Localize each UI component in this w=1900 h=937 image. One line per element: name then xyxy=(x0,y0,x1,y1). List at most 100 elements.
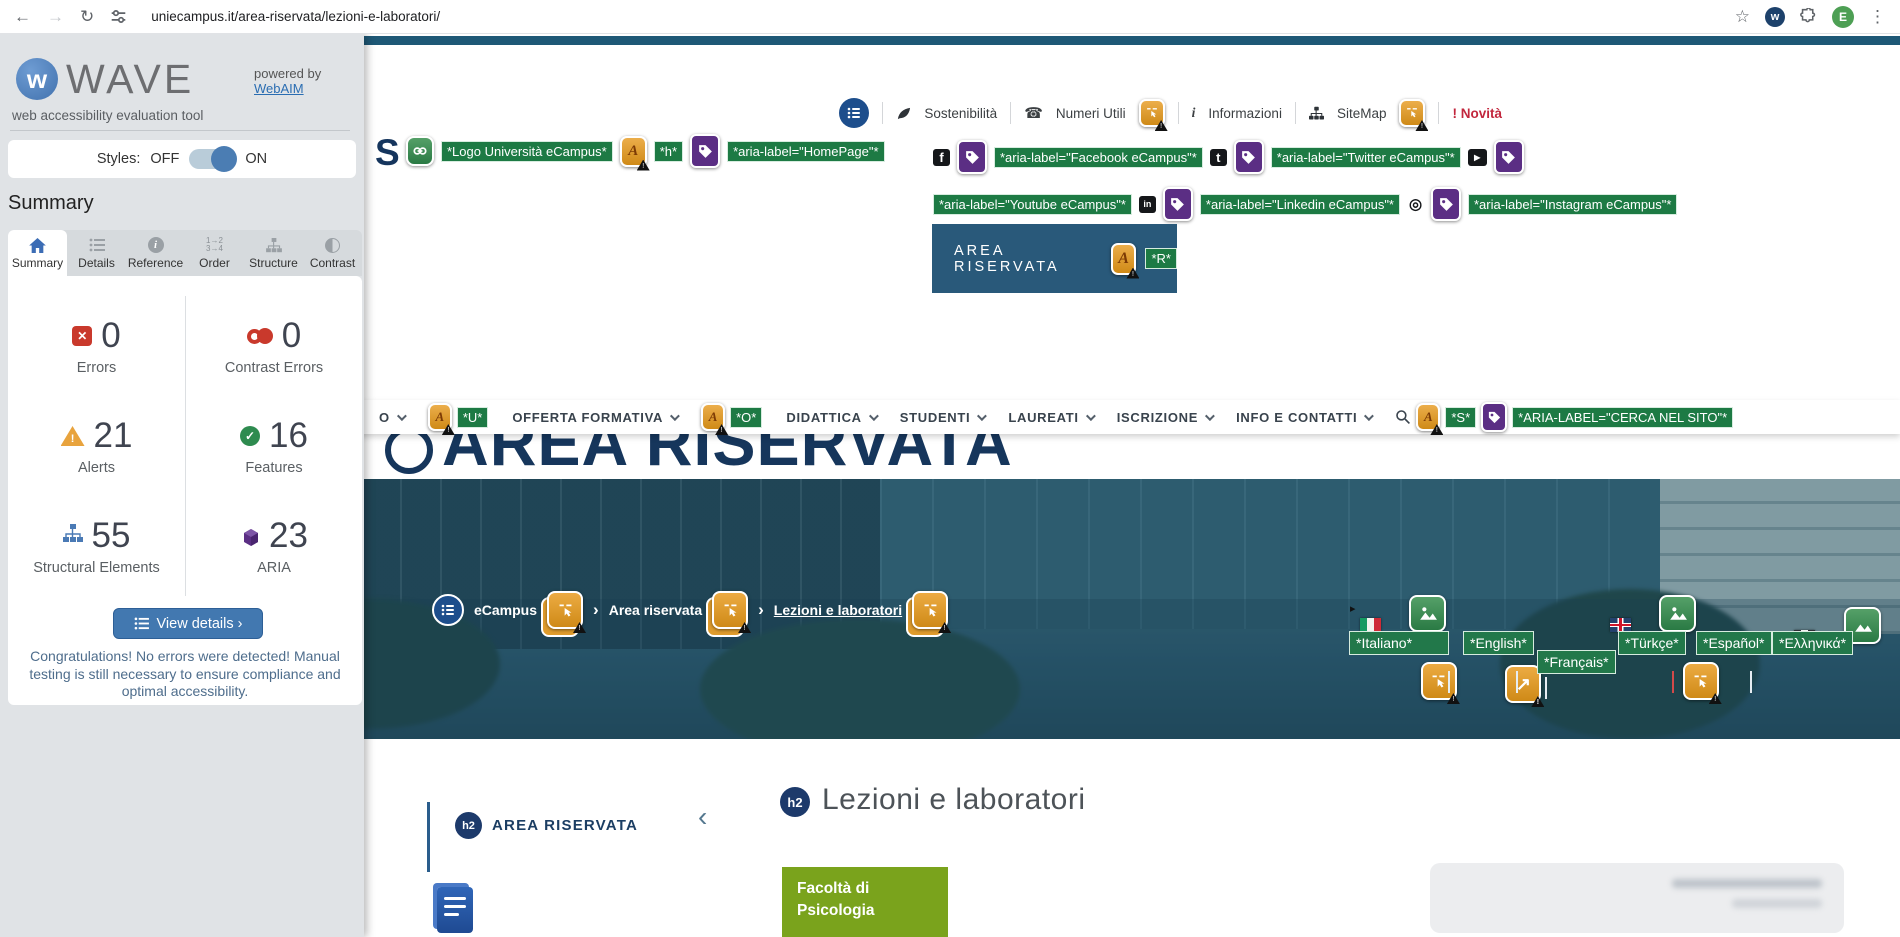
tab-reference[interactable]: i Reference xyxy=(126,230,185,276)
breadcrumb-item-current[interactable]: Lezioni e laboratori xyxy=(774,602,902,618)
wave-label-turkce[interactable]: *Türkçe* xyxy=(1618,631,1686,655)
tab-order[interactable]: 1→23→4 Order xyxy=(185,230,244,276)
wave-label-ellinika[interactable]: *Ελληνικά* xyxy=(1772,631,1853,655)
wave-label-instagram[interactable]: *aria-label="Instagram eCampus"* xyxy=(1468,194,1677,215)
wave-label-accesskey-u[interactable]: *U* xyxy=(457,407,489,428)
stat-alerts[interactable]: !21 Alerts xyxy=(8,396,185,496)
wave-label-accesskey-s[interactable]: *S* xyxy=(1445,407,1476,428)
accessibility-menu-icon[interactable] xyxy=(839,98,869,128)
stat-structural-elements[interactable]: 55 Structural Elements xyxy=(8,496,185,596)
wave-aria-tag-icon[interactable] xyxy=(1234,140,1264,174)
sidebar-card-title[interactable]: AREA RISERVATA xyxy=(492,817,638,834)
wave-heading-badge[interactable]: h2 xyxy=(780,787,810,817)
wave-aria-tag-icon[interactable] xyxy=(690,134,720,168)
tab-contrast[interactable]: Contrast xyxy=(303,230,362,276)
wave-label-english[interactable]: *English* xyxy=(1463,631,1534,655)
webaim-link[interactable]: WebAIM xyxy=(254,81,304,96)
twitter-icon[interactable]: t xyxy=(1210,149,1227,166)
tab-details[interactable]: Details xyxy=(67,230,126,276)
utility-link-novita[interactable]: ! Novità xyxy=(1452,106,1502,121)
styles-toggle[interactable] xyxy=(189,149,235,169)
wave-label-logo[interactable]: *Logo Università eCampus* xyxy=(441,141,613,162)
wave-image-icon[interactable] xyxy=(1409,595,1446,632)
profile-avatar[interactable]: E xyxy=(1832,6,1854,28)
stat-features[interactable]: ✓16 Features xyxy=(185,396,362,496)
wave-redundant-link-alert-icon[interactable]: ! xyxy=(712,591,748,629)
flag-uk-icon[interactable] xyxy=(1610,618,1631,632)
toggle-knob[interactable] xyxy=(211,146,237,172)
search-icon[interactable] xyxy=(1395,409,1411,425)
breadcrumb-item-ecampus[interactable]: eCampus xyxy=(474,602,537,618)
wave-aria-tag-icon[interactable] xyxy=(1431,187,1461,221)
wave-alert-icon[interactable]: ! xyxy=(1399,99,1425,127)
site-logo-fragment[interactable]: S xyxy=(375,132,400,174)
breadcrumb-menu-icon[interactable] xyxy=(432,594,464,626)
wave-accesskey-alert-icon[interactable]: A ! xyxy=(1111,243,1137,275)
utility-link-numeri-utili[interactable]: Numeri Utili xyxy=(1056,106,1126,121)
wave-heading-badge[interactable]: h2 xyxy=(455,812,482,839)
wave-label-search-aria[interactable]: *ARIA-LABEL="CERCA NEL SITO"* xyxy=(1512,407,1733,428)
collapse-chevron-icon[interactable]: ‹ xyxy=(698,801,707,833)
wave-redundant-link-alert-icon[interactable]: ! xyxy=(547,591,583,629)
tab-structure[interactable]: Structure xyxy=(244,230,303,276)
flag-italy-icon[interactable] xyxy=(1360,618,1381,632)
address-bar[interactable]: uniecampus.it/area-riservata/lezioni-e-l… xyxy=(151,9,440,24)
stat-contrast-errors[interactable]: 0 Contrast Errors xyxy=(185,296,362,396)
instagram-icon[interactable]: ◎ xyxy=(1407,196,1424,213)
stat-aria[interactable]: 23 ARIA xyxy=(185,496,362,596)
facebook-icon[interactable]: f xyxy=(933,149,950,166)
utility-link-sostenibilita[interactable]: Sostenibilità xyxy=(924,106,997,121)
kebab-menu-icon[interactable]: ⋮ xyxy=(1869,8,1886,25)
breadcrumb-item-area-riservata[interactable]: Area riservata xyxy=(609,602,702,618)
wave-label-facebook[interactable]: *aria-label="Facebook eCampus"* xyxy=(994,147,1203,168)
nav-item-laureati[interactable]: LAUREATI xyxy=(1008,410,1092,425)
wave-label-linkedin[interactable]: *aria-label="Linkedin eCampus"* xyxy=(1200,194,1400,215)
wave-label-heading[interactable]: *h* xyxy=(654,141,683,162)
tab-summary[interactable]: Summary xyxy=(8,230,67,276)
utility-link-sitemap[interactable]: SiteMap xyxy=(1337,106,1387,121)
nav-item-iscrizione[interactable]: ISCRIZIONE xyxy=(1117,410,1212,425)
forward-icon[interactable]: → xyxy=(47,8,64,25)
extensions-puzzle-icon[interactable] xyxy=(1800,8,1817,25)
area-riservata-button[interactable]: AREA RISERVATA A ! *R* xyxy=(932,224,1177,293)
wave-redundant-link-alert-icon[interactable]: ! xyxy=(1683,662,1719,700)
wave-aria-tag-icon[interactable] xyxy=(957,140,987,174)
wave-aria-tag-icon[interactable] xyxy=(1481,402,1507,432)
wave-redundant-link-alert-icon[interactable]: ! xyxy=(912,591,948,629)
wave-label-espanol[interactable]: *Español* xyxy=(1696,631,1772,655)
wave-accesskey-alert-icon[interactable]: A! xyxy=(1416,403,1440,431)
wave-alt-text-alert-icon[interactable]: A ! xyxy=(620,136,647,167)
wave-label-twitter[interactable]: *aria-label="Twitter eCampus"* xyxy=(1271,147,1461,168)
wave-image-icon[interactable] xyxy=(1659,595,1696,632)
nav-item-didattica[interactable]: DIDATTICA xyxy=(786,410,875,425)
wave-external-link-alert-icon[interactable]: ↗! xyxy=(1505,665,1541,703)
faculty-box[interactable]: Facoltà di Psicologia xyxy=(782,867,948,937)
wave-label-italiano[interactable]: *Italiano* xyxy=(1349,631,1449,655)
wave-aria-tag-icon[interactable] xyxy=(1163,187,1193,221)
wave-linked-image-icon[interactable] xyxy=(406,136,434,166)
view-details-button[interactable]: View details › xyxy=(113,608,263,639)
wave-redundant-link-alert-icon[interactable]: ! xyxy=(1421,662,1457,700)
nav-item-truncated[interactable]: O xyxy=(379,410,404,425)
wave-label-homepage[interactable]: *aria-label="HomePage"* xyxy=(727,141,884,162)
linkedin-icon[interactable]: in xyxy=(1139,196,1156,213)
collapse-arrow-icon[interactable]: ▸ xyxy=(1350,602,1356,615)
utility-link-informazioni[interactable]: Informazioni xyxy=(1208,106,1282,121)
wave-label-francais[interactable]: *Français* xyxy=(1537,650,1616,674)
bookmark-star-icon[interactable]: ☆ xyxy=(1735,8,1750,25)
wave-alert-icon[interactable]: ! xyxy=(1139,99,1165,127)
back-icon[interactable]: ← xyxy=(14,8,31,25)
nav-item-studenti[interactable]: STUDENTI xyxy=(900,410,985,425)
stat-errors[interactable]: ✕0 Errors xyxy=(8,296,185,396)
wave-accesskey-alert-icon[interactable]: A! xyxy=(428,403,452,431)
wave-accesskey-alert-icon[interactable]: A! xyxy=(701,403,725,431)
youtube-icon[interactable]: ▶ xyxy=(1468,149,1487,166)
wave-label-youtube[interactable]: *aria-label="Youtube eCampus"* xyxy=(933,194,1132,215)
site-info-icon[interactable] xyxy=(110,8,127,25)
nav-item-info-e-contatti[interactable]: INFO E CONTATTI xyxy=(1236,410,1371,425)
wave-label-accesskey-o[interactable]: *O* xyxy=(730,407,762,428)
wave-extension-icon[interactable]: w xyxy=(1765,7,1785,27)
wave-label-accesskey-r[interactable]: *R* xyxy=(1145,248,1177,269)
reload-icon[interactable]: ↻ xyxy=(80,8,94,25)
wave-aria-tag-icon[interactable] xyxy=(1494,140,1524,174)
